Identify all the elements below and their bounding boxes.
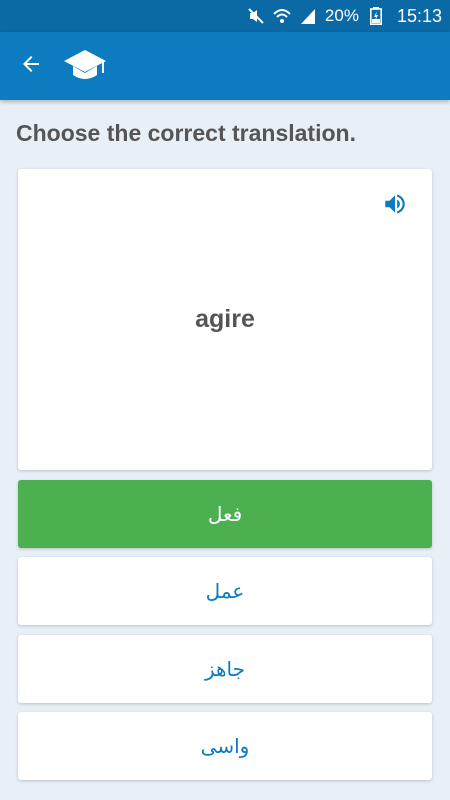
answer-option-2[interactable]: عمل bbox=[18, 557, 432, 625]
answer-option-label: عمل bbox=[205, 579, 245, 603]
answer-option-label: جاهز bbox=[204, 657, 246, 681]
answer-option-4[interactable]: واسى bbox=[18, 712, 432, 780]
mute-icon bbox=[247, 7, 265, 25]
answer-option-1[interactable]: فعل bbox=[18, 480, 432, 548]
signal-icon bbox=[299, 7, 317, 25]
answer-option-label: فعل bbox=[207, 502, 243, 526]
arrow-left-icon bbox=[19, 52, 43, 81]
graduation-cap-icon bbox=[61, 42, 109, 90]
speaker-button[interactable] bbox=[380, 191, 410, 221]
clock: 15:13 bbox=[396, 5, 442, 26]
answer-option-3[interactable]: جاهز bbox=[18, 635, 432, 703]
back-button[interactable] bbox=[3, 32, 59, 100]
speaker-icon bbox=[382, 191, 408, 222]
wifi-icon bbox=[273, 7, 291, 25]
word-card: agire bbox=[18, 169, 432, 470]
instruction-text: Choose the correct translation. bbox=[16, 120, 356, 146]
status-bar: 20% 15:13 bbox=[0, 0, 450, 32]
quiz-word: agire bbox=[195, 305, 255, 333]
answer-option-label: واسى bbox=[200, 734, 250, 758]
app-bar bbox=[0, 32, 450, 100]
battery-percent: 20% bbox=[324, 6, 359, 25]
battery-charging-icon bbox=[367, 7, 385, 25]
